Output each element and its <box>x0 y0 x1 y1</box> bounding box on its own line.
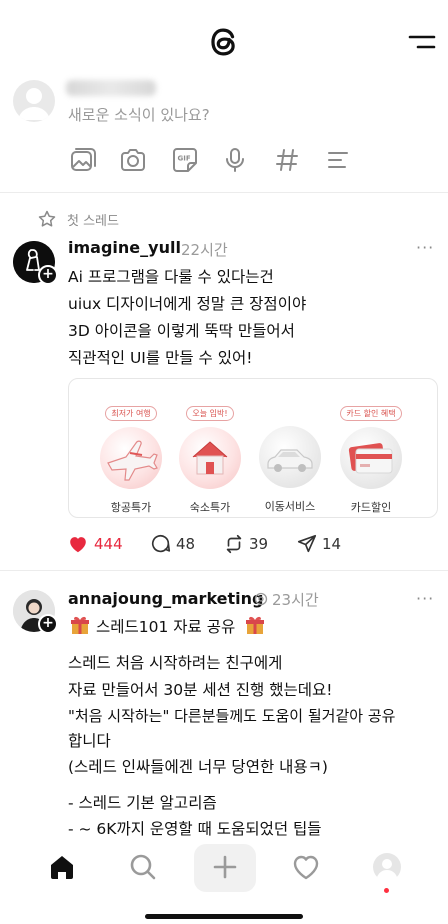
mic-icon[interactable] <box>221 146 249 174</box>
section-label: 첫 스레드 <box>67 214 119 229</box>
car-icon <box>259 426 321 488</box>
post-text-line: - 스레드 기본 알고리즘 <box>68 794 217 812</box>
post-text-line: 직관적인 UI를 만들 수 있어! <box>68 349 253 367</box>
my-avatar[interactable] <box>13 80 55 122</box>
follow-plus-icon[interactable]: + <box>38 265 58 285</box>
like-count: 444 <box>94 535 123 553</box>
post-text-line: - ~ 6K까지 운영할 때 도움되었던 팁들 <box>68 820 322 838</box>
tile-label: 카드할인 <box>350 501 392 514</box>
post-text-line: 3D 아이콘을 이렇게 뚝딱 만들어서 <box>68 322 295 340</box>
post-text-line: (스레드 인싸들에겐 너무 당연한 내용ㅋ) <box>68 758 328 776</box>
my-username-blurred <box>66 80 156 96</box>
heart-icon[interactable] <box>291 852 321 882</box>
tile-mobility: 이동서비스 <box>253 401 327 514</box>
star-icon <box>38 210 56 227</box>
hashtag-icon[interactable] <box>273 146 301 174</box>
heart-filled-icon[interactable] <box>67 533 89 555</box>
poll-icon[interactable] <box>324 146 352 174</box>
threads-mini-icon <box>254 592 268 606</box>
post-text-line: 스레드 처음 시작하려는 친구에게 <box>68 654 283 672</box>
composer-placeholder[interactable]: 새로운 소식이 있나요? <box>68 104 210 125</box>
divider <box>0 192 448 193</box>
gift-icon <box>246 616 264 634</box>
menu-icon[interactable] <box>406 32 436 52</box>
home-icon[interactable] <box>47 852 77 882</box>
post-username[interactable]: imagine_yull <box>68 238 181 257</box>
profile-icon[interactable] <box>372 852 402 882</box>
more-options-icon[interactable]: ··· <box>416 238 434 257</box>
share-icon[interactable] <box>296 533 318 555</box>
house-icon <box>179 427 241 489</box>
share-count: 14 <box>322 535 342 553</box>
tile-tag: 오늘 입박! <box>186 406 234 421</box>
divider <box>0 570 448 571</box>
post-text-line: uiux 디자이너에게 정말 큰 장점이야 <box>68 295 307 313</box>
home-indicator <box>145 914 303 919</box>
post-image-card[interactable]: 최저가 여행 항공특가 오늘 입박! 숙소특가 이동서비스 카드 할인 혜택 카… <box>68 378 438 518</box>
gif-icon[interactable]: GIF <box>171 146 199 174</box>
post-text-line: Ai 프로그램을 다룰 수 있다는건 <box>68 268 274 286</box>
threads-logo-icon[interactable] <box>205 22 243 62</box>
default-avatar-icon <box>18 88 50 120</box>
follow-plus-icon[interactable]: + <box>38 614 58 634</box>
tile-label: 이동서비스 <box>264 500 316 513</box>
tile-label: 항공특가 <box>110 501 152 514</box>
camera-icon[interactable] <box>119 146 147 174</box>
post-text-line: 합니다 <box>68 732 111 750</box>
more-options-icon[interactable]: ··· <box>416 589 434 608</box>
search-icon[interactable] <box>128 852 158 882</box>
tile-flight: 최저가 여행 항공특가 <box>94 401 168 515</box>
airplane-icon <box>100 427 162 489</box>
post-time: 22시간 <box>181 241 228 259</box>
tile-card: 카드 할인 혜택 카드할인 <box>334 401 408 515</box>
plus-icon <box>213 855 237 879</box>
tile-label: 숙소특가 <box>189 501 231 514</box>
notification-dot <box>384 888 389 893</box>
repost-icon[interactable] <box>223 533 245 555</box>
gift-icon <box>71 616 89 634</box>
repost-count: 39 <box>249 535 269 553</box>
tile-tag: 카드 할인 혜택 <box>340 406 402 421</box>
image-icon[interactable] <box>69 146 97 174</box>
post-title: 스레드101 자료 공유 <box>96 618 236 636</box>
svg-text:GIF: GIF <box>178 155 191 163</box>
post-text-line: "처음 시작하는" 다른분들께도 도움이 될거같아 공유 <box>68 707 396 725</box>
comment-count: 48 <box>176 535 196 553</box>
post-username[interactable]: annajoung_marketing <box>68 589 263 608</box>
post-time: 23시간 <box>272 591 319 609</box>
card-icon <box>340 427 402 489</box>
tile-tag: 최저가 여행 <box>105 406 157 421</box>
post-text-line: 자료 만들어서 30분 세션 진행 했는데요! <box>68 681 333 699</box>
tile-stay: 오늘 입박! 숙소특가 <box>173 401 247 515</box>
comment-icon[interactable] <box>150 533 172 555</box>
